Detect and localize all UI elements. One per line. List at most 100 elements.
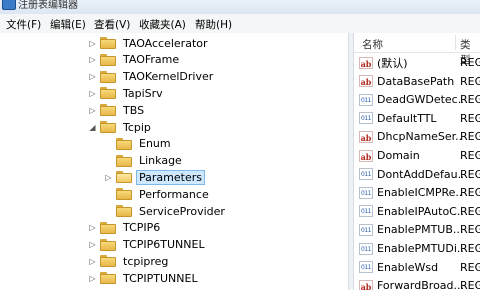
expand-toggle-icon[interactable]: ▷ [88,72,97,81]
folder-icon [116,205,132,217]
registry-values-list[interactable]: 名称 类型 ab (默认) REG ab DataBasePath REG 011 DeadG… [354,33,480,290]
value-type: REG [460,279,480,290]
tree-node-taoaccelerator[interactable]: ▷ TAOAccelerator [88,35,211,51]
value-name: EnablePMTUDi... [377,242,463,255]
value-type: REG [460,56,480,69]
value-name: DefaultTTL [377,111,437,125]
value-name: DataBasePath [377,74,455,88]
menu-favorites[interactable]: 收藏夹(A) [136,16,189,33]
dword-value-icon: 011 [359,168,373,181]
folder-icon [100,272,116,285]
value-row[interactable]: 011 DontAddDefau... REG [354,166,480,183]
tree-node-label: Linkage [139,154,182,168]
expand-toggle-icon[interactable]: ▷ [88,223,97,232]
tree-node-label: TBS [123,103,145,117]
tree-node-enum[interactable]: Enum [104,136,174,152]
regedit-app-icon [2,0,16,10]
menu-edit[interactable]: 编辑(E) [47,16,89,33]
menu-help[interactable]: 帮助(H) [192,16,235,33]
expand-toggle-icon[interactable]: ▷ [88,39,97,48]
value-row[interactable]: ab DhcpNameSer... REG [354,128,480,145]
folder-icon [116,137,132,150]
value-row[interactable]: 011 EnablePMTUDi... REG [354,240,480,257]
folder-icon [100,255,116,268]
expand-toggle-icon[interactable]: ▷ [104,173,113,182]
list-header: 名称 类型 [354,33,480,66]
value-row[interactable]: 011 EnableWsd REG [354,259,480,276]
tree-node-label: Tcpip [123,120,151,134]
title-bar: 注册表编辑器 [0,0,480,15]
value-row[interactable]: ab Domain REG [354,147,480,164]
value-name: EnableICMPRe... [377,186,463,200]
value-row[interactable]: 011 EnableICMPRe... REG [354,184,480,201]
expand-toggle-icon[interactable]: ▷ [88,55,97,64]
dword-value-icon: 011 [359,93,373,106]
expand-toggle-icon[interactable]: ▷ [88,89,97,98]
menu-file[interactable]: 文件(F) [3,16,44,33]
tree-node-tcpip[interactable]: ◢ Tcpip [88,119,154,135]
expand-toggle-icon[interactable]: ▷ [88,106,97,115]
value-row[interactable]: 011 EnablePMTUB... REG [354,221,480,238]
value-name: Domain [377,149,420,162]
tree-node-label: TCPIP6 [123,221,161,235]
value-type: REG [460,130,480,144]
value-type: REG [460,223,480,237]
string-value-icon: ab [359,149,373,162]
folder-icon [100,70,116,83]
value-name: DontAddDefau... [377,167,463,181]
value-type: REG [460,167,480,181]
tree-node-tcpip6tunnel[interactable]: ▷ TCPIP6TUNNEL [88,237,208,253]
value-row[interactable]: 011 EnableIPAutoC... REG [354,203,480,220]
tree-node-tcpipreg[interactable]: ▷ tcpipreg [88,253,171,269]
tree-node-taoframe[interactable]: ▷ TAOFrame [88,52,182,68]
tree-node-label: Parameters [136,169,205,185]
folder-icon [100,53,116,66]
window-title: 注册表编辑器 [18,0,78,11]
value-type: REG [460,74,480,88]
column-header-name[interactable]: 名称 [362,37,383,52]
dword-value-icon: 011 [359,205,373,218]
expand-toggle-icon[interactable]: ▷ [88,274,97,283]
column-separator[interactable] [455,35,456,50]
menu-bar: 文件(F) 编辑(E) 查看(V) 收藏夹(A) 帮助(H) [0,14,480,34]
expand-toggle-icon[interactable]: ▷ [88,240,97,249]
value-row[interactable]: 011 DeadGWDetec... REG [354,91,480,108]
tree-node-tcpiptunnel[interactable]: ▷ TCPIPTUNNEL [88,270,201,286]
tree-node-label: TCPIP6TUNNEL [123,238,205,252]
tree-node-label: TCPIPTUNNEL [123,271,198,285]
dword-value-icon: 011 [359,186,373,199]
menu-view[interactable]: 查看(V) [91,16,133,33]
tree-node-parameters[interactable]: ▷ Parameters [104,169,205,185]
dword-value-icon: 011 [359,112,373,125]
value-row[interactable]: ab ForwardBroad... REG [354,277,480,290]
value-type: REG [460,111,480,125]
tree-node-serviceprovider[interactable]: ServiceProvider [104,203,228,219]
value-row[interactable]: ab DataBasePath REG [354,73,480,90]
expand-toggle-icon[interactable]: ▷ [88,257,97,266]
folder-icon [100,121,116,133]
value-row[interactable]: 011 DefaultTTL REG [354,110,480,127]
expand-toggle-icon[interactable]: ◢ [88,123,97,132]
string-value-icon: ab [359,56,373,69]
tree-node-label: Performance [139,187,209,201]
value-type: REG [460,149,480,162]
folder-icon [116,154,132,167]
tree-node-label: TAOFrame [123,53,180,67]
tree-node-taokerneldriver[interactable]: ▷ TAOKernelDriver [88,69,216,85]
tree-node-label: Enum [139,137,171,151]
tree-node-tcpip6[interactable]: ▷ TCPIP6 [88,220,163,236]
tree-node-linkage[interactable]: Linkage [104,153,185,169]
tree-node-tapisrv[interactable]: ▷ TapiSrv [88,85,166,101]
tree-node-label: TAOAccelerator [123,36,208,50]
tree-node-label: tcpipreg [123,254,169,268]
value-row[interactable]: ab (默认) REG [354,54,480,71]
value-type: REG [460,186,480,200]
tree-node-label: TAOKernelDriver [123,70,214,84]
registry-key-tree[interactable]: ▷ TAOAccelerator ▷ TAOFrame ▷ TAOKernelDriver… [0,33,348,290]
tree-node-performance[interactable]: Performance [104,186,212,202]
string-value-icon: ab [359,75,373,88]
tree-node-tbs[interactable]: ▷ TBS [88,102,147,118]
string-value-icon: ab [359,279,373,290]
